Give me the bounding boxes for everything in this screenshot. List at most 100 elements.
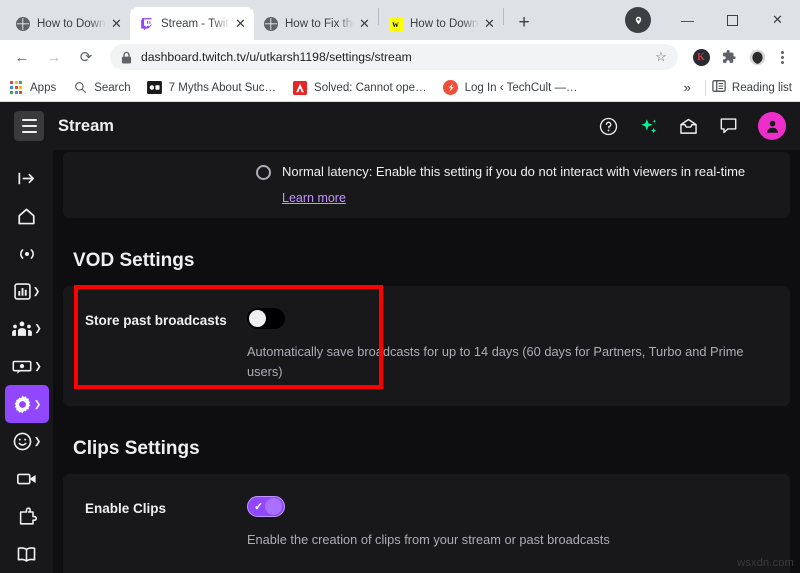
sidebar-item-content[interactable]: ❯ bbox=[5, 348, 49, 386]
chrome-menu-icon[interactable] bbox=[772, 51, 792, 64]
sidebar-item-stream-manager[interactable] bbox=[5, 235, 49, 273]
vod-settings-panel: Store past broadcasts Automatically save… bbox=[63, 286, 790, 406]
twitch-sidebar: ❯ ❯ ❯ ❯ ❯ bbox=[0, 150, 53, 573]
close-icon[interactable]: ✕ bbox=[482, 16, 497, 31]
chevron-right-icon: ❯ bbox=[34, 436, 42, 447]
close-icon[interactable]: ✕ bbox=[357, 16, 372, 31]
lock-icon bbox=[121, 51, 132, 64]
sidebar-item-creator-camp[interactable] bbox=[5, 535, 49, 573]
bookmark-label: 7 Myths About Suc… bbox=[169, 82, 276, 94]
setting-followers-only: Followers-only Off ▲▼ bbox=[85, 549, 768, 573]
browser-tab-1[interactable]: Stream - Twitch ✕ bbox=[130, 7, 254, 40]
chevron-right-icon: ❯ bbox=[34, 399, 42, 410]
latency-panel: Normal latency: Enable this setting if y… bbox=[63, 152, 790, 218]
bookmark-search[interactable]: Search bbox=[72, 80, 130, 96]
browser-tab-3[interactable]: w How to Downloa ✕ bbox=[379, 7, 503, 40]
tab-title: How to Downloa bbox=[37, 18, 106, 30]
forward-button[interactable]: → bbox=[40, 43, 68, 71]
page-title: Stream bbox=[58, 117, 114, 136]
bookmark-solved-cannot-open[interactable]: Solved: Cannot ope… bbox=[292, 80, 427, 96]
bookmark-label: Search bbox=[94, 82, 130, 94]
twitch-icon bbox=[139, 16, 154, 31]
bookmarks-bar: Apps Search 7 Myths About Suc… Solved: C… bbox=[0, 74, 800, 102]
sidebar-item-viewer-rewards[interactable]: ❯ bbox=[5, 423, 49, 461]
url-text[interactable]: dashboard.twitch.tv/u/utkarsh1198/settin… bbox=[141, 50, 652, 64]
tab-title: Stream - Twitch bbox=[161, 18, 230, 30]
maximize-button[interactable] bbox=[710, 0, 755, 40]
reading-list-button[interactable]: Reading list bbox=[712, 79, 792, 96]
window-controls: — ✕ bbox=[625, 0, 800, 40]
enable-clips-control: ✓ Enable the creation of clips from your… bbox=[247, 496, 768, 550]
bookmark-label: Solved: Cannot ope… bbox=[314, 82, 427, 94]
profile-chip-icon[interactable] bbox=[625, 7, 651, 33]
chevron-right-icon: ❯ bbox=[33, 286, 41, 297]
bookmark-7-myths[interactable]: 7 Myths About Suc… bbox=[147, 80, 276, 96]
bookmarks-overflow-button[interactable]: » bbox=[676, 80, 699, 95]
sidebar-item-home[interactable] bbox=[5, 198, 49, 236]
avatar[interactable] bbox=[758, 112, 786, 140]
store-past-broadcasts-label: Store past broadcasts bbox=[85, 308, 247, 328]
new-tab-button[interactable]: + bbox=[510, 9, 538, 37]
wiki-icon: w bbox=[388, 16, 403, 31]
whispers-icon[interactable] bbox=[718, 116, 738, 136]
browser-toolbar: ← → ⟳ dashboard.twitch.tv/u/utkarsh1198/… bbox=[0, 40, 800, 74]
profile-extension-icon[interactable] bbox=[746, 46, 768, 68]
store-past-broadcasts-control: Automatically save broadcasts for up to … bbox=[247, 308, 768, 382]
puzzle-extension-icon[interactable] bbox=[718, 46, 740, 68]
radio-button-normal-latency[interactable] bbox=[256, 165, 271, 180]
globe-icon bbox=[15, 16, 30, 31]
reading-list-label: Reading list bbox=[732, 82, 792, 94]
sidebar-item-settings[interactable]: ❯ bbox=[5, 385, 49, 423]
tab-title: How to Downloa bbox=[410, 18, 479, 30]
bookmark-apps[interactable]: Apps bbox=[8, 80, 56, 96]
store-past-broadcasts-toggle[interactable] bbox=[247, 308, 285, 329]
tab-title: How to Fix the H bbox=[285, 18, 354, 30]
prime-loot-icon[interactable] bbox=[638, 116, 658, 136]
latency-option-normal[interactable]: Normal latency: Enable this setting if y… bbox=[63, 152, 790, 180]
bookmark-star-icon[interactable]: ☆ bbox=[652, 48, 670, 66]
watermark: wsxdn.com bbox=[737, 557, 794, 569]
enable-clips-toggle[interactable]: ✓ bbox=[247, 496, 285, 517]
browser-window: How to Downloa ✕ Stream - Twitch ✕ How t… bbox=[0, 0, 800, 573]
tab-strip: How to Downloa ✕ Stream - Twitch ✕ How t… bbox=[0, 0, 800, 40]
latency-option-label: Normal latency: Enable this setting if y… bbox=[282, 164, 745, 179]
clips-settings-panel: Enable Clips ✓ Enable the creation of cl… bbox=[63, 474, 790, 573]
help-icon[interactable] bbox=[598, 116, 618, 136]
toggle-knob bbox=[265, 498, 282, 515]
enable-clips-label: Enable Clips bbox=[85, 496, 247, 516]
globe-icon bbox=[263, 16, 278, 31]
hamburger-menu-icon[interactable] bbox=[14, 111, 44, 141]
bookmarks-bar-right: » Reading list bbox=[676, 79, 792, 96]
bookmark-label: Log In ‹ TechCult —… bbox=[465, 82, 578, 94]
close-icon[interactable]: ✕ bbox=[109, 16, 124, 31]
check-icon: ✓ bbox=[254, 500, 263, 513]
setting-enable-clips: Enable Clips ✓ Enable the creation of cl… bbox=[85, 474, 768, 550]
kaspersky-extension-icon[interactable]: K bbox=[690, 46, 712, 68]
sidebar-item-insights[interactable]: ❯ bbox=[5, 273, 49, 311]
bookmark-label: Apps bbox=[30, 82, 56, 94]
sidebar-item-extensions[interactable] bbox=[5, 498, 49, 536]
close-icon[interactable]: ✕ bbox=[233, 16, 248, 31]
bookmark-techcult-login[interactable]: Log In ‹ TechCult —… bbox=[443, 80, 578, 96]
learn-more-link[interactable]: Learn more bbox=[282, 191, 346, 205]
browser-tab-0[interactable]: How to Downloa ✕ bbox=[6, 7, 130, 40]
inbox-icon[interactable] bbox=[678, 116, 698, 136]
close-window-button[interactable]: ✕ bbox=[755, 0, 800, 40]
adobe-icon bbox=[292, 80, 308, 96]
browser-tab-2[interactable]: How to Fix the H ✕ bbox=[254, 7, 378, 40]
tab-divider bbox=[503, 8, 504, 25]
back-button[interactable]: ← bbox=[8, 43, 36, 71]
sidebar-item-collapse-sidebar[interactable] bbox=[5, 160, 49, 198]
apps-grid-icon bbox=[8, 80, 24, 96]
vod-settings-title: VOD Settings bbox=[73, 250, 790, 272]
enable-clips-description: Enable the creation of clips from your s… bbox=[247, 530, 747, 550]
reload-button[interactable]: ⟳ bbox=[72, 43, 100, 71]
sidebar-item-community[interactable]: ❯ bbox=[5, 310, 49, 348]
twitch-app: Stream bbox=[0, 102, 800, 573]
search-icon bbox=[72, 80, 88, 96]
sidebar-item-video-producer[interactable] bbox=[5, 460, 49, 498]
reading-list-icon bbox=[712, 79, 726, 96]
minimize-button[interactable]: — bbox=[665, 0, 710, 40]
address-bar[interactable]: dashboard.twitch.tv/u/utkarsh1198/settin… bbox=[110, 44, 678, 70]
store-past-broadcasts-description: Automatically save broadcasts for up to … bbox=[247, 342, 747, 382]
